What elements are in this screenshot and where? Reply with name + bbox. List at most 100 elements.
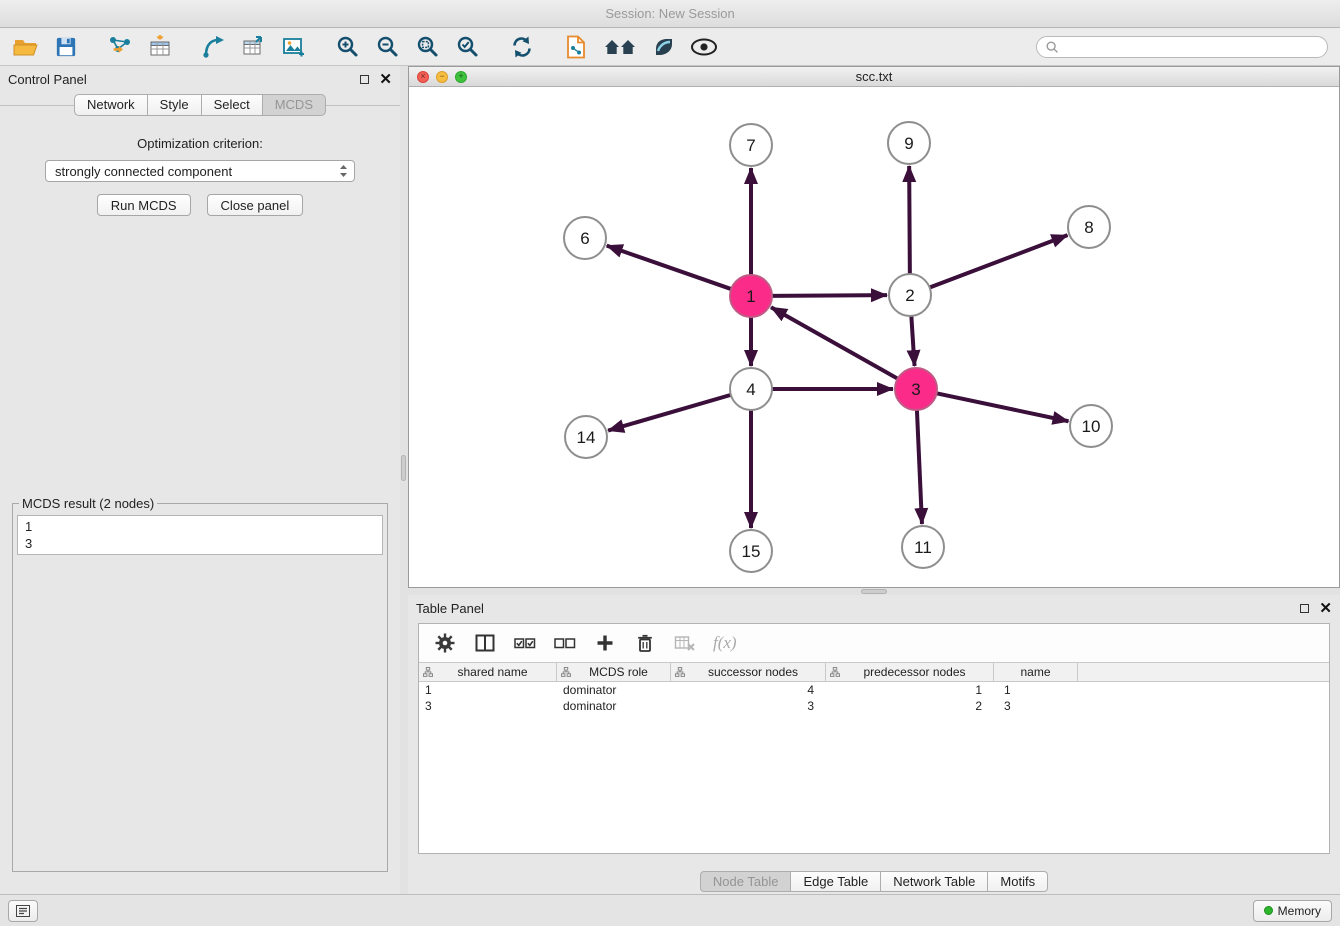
table-cell[interactable]: 3: [994, 699, 1078, 713]
close-panel-icon[interactable]: ✕: [1319, 601, 1332, 616]
mcds-result-list[interactable]: 1 3: [17, 515, 383, 555]
close-panel-button[interactable]: Close panel: [207, 194, 304, 216]
tab-node-table[interactable]: Node Table: [700, 871, 792, 892]
graph-node-2[interactable]: 2: [889, 274, 931, 316]
graph-edge-3-1[interactable]: [771, 307, 898, 378]
close-panel-icon[interactable]: ✕: [379, 72, 392, 87]
vertical-splitter[interactable]: [400, 66, 408, 894]
table-cell[interactable]: dominator: [557, 699, 671, 713]
memory-button[interactable]: Memory: [1253, 900, 1332, 922]
home-button[interactable]: [602, 33, 638, 61]
graph-edge-2-9[interactable]: [909, 166, 910, 274]
table-cell[interactable]: dominator: [557, 683, 671, 697]
float-panel-icon[interactable]: [360, 75, 369, 84]
deselect-all-button[interactable]: [553, 631, 577, 655]
graph-node-4[interactable]: 4: [730, 368, 772, 410]
network-view-window: × − + scc.txt 7968124314101511: [408, 66, 1340, 588]
first-neighbors-icon: [565, 35, 587, 59]
import-table-button[interactable]: [146, 33, 174, 61]
function-builder-button[interactable]: f(x): [713, 633, 737, 653]
graph-edge-3-11[interactable]: [917, 410, 922, 524]
delete-column-button[interactable]: [673, 631, 697, 655]
open-session-button[interactable]: [12, 33, 40, 61]
export-image-button[interactable]: [280, 33, 308, 61]
table-cell[interactable]: 2: [826, 699, 994, 713]
export-network-button[interactable]: [200, 33, 228, 61]
column-header-mcds-role[interactable]: MCDS role: [557, 663, 671, 681]
graph-edge-4-14[interactable]: [608, 395, 731, 431]
zoom-window-icon[interactable]: +: [455, 71, 467, 83]
save-session-button[interactable]: [52, 33, 80, 61]
column-header-successor-nodes[interactable]: successor nodes: [671, 663, 826, 681]
first-neighbors-button[interactable]: [562, 33, 590, 61]
select-all-button[interactable]: [513, 631, 537, 655]
zoom-out-button[interactable]: [374, 33, 402, 61]
splitter-handle[interactable]: [861, 589, 887, 594]
graph-edge-1-2[interactable]: [772, 295, 887, 296]
table-cell[interactable]: 1: [419, 683, 557, 697]
table-cell[interactable]: 1: [826, 683, 994, 697]
tab-network[interactable]: Network: [74, 94, 148, 116]
graph-node-14[interactable]: 14: [565, 416, 607, 458]
import-network-button[interactable]: [106, 33, 134, 61]
columns-icon: [475, 633, 495, 653]
zoom-in-button[interactable]: [334, 33, 362, 61]
graph-node-6[interactable]: 6: [564, 217, 606, 259]
graph-edge-1-6[interactable]: [607, 246, 731, 289]
graph-edge-2-8[interactable]: [930, 235, 1068, 287]
delete-rows-button[interactable]: [633, 631, 657, 655]
graph-edge-2-3[interactable]: [911, 316, 914, 366]
table-row[interactable]: 1 dominator 4 1 1: [419, 682, 1329, 698]
zoom-fit-button[interactable]: [414, 33, 442, 61]
result-item[interactable]: 1: [25, 518, 375, 535]
show-graphics-button[interactable]: [690, 33, 718, 61]
result-item[interactable]: 3: [25, 535, 375, 552]
graph-node-label: 11: [914, 538, 932, 557]
toolbar-search[interactable]: [1036, 36, 1328, 58]
graph-edge-3-10[interactable]: [937, 393, 1069, 421]
graph-svg[interactable]: 7 9 6 8 1 2 4 3 14 10 15 11: [409, 87, 1339, 587]
refresh-icon: [510, 35, 534, 59]
column-header-name[interactable]: name: [994, 663, 1078, 681]
minimize-window-icon[interactable]: −: [436, 71, 448, 83]
add-column-button[interactable]: [593, 631, 617, 655]
task-history-button[interactable]: [8, 900, 38, 922]
graph-node-1[interactable]: 1: [730, 275, 772, 317]
column-label: MCDS role: [571, 665, 666, 679]
column-header-predecessor-nodes[interactable]: predecessor nodes: [826, 663, 994, 681]
refresh-layout-button[interactable]: [508, 33, 536, 61]
table-row[interactable]: 3 dominator 3 2 3: [419, 698, 1329, 714]
criterion-dropdown[interactable]: strongly connected component: [45, 160, 355, 182]
column-header-shared-name[interactable]: shared name: [419, 663, 557, 681]
graph-node-3[interactable]: 3: [895, 368, 937, 410]
table-cell[interactable]: 1: [994, 683, 1078, 697]
run-mcds-button[interactable]: Run MCDS: [97, 194, 191, 216]
show-columns-button[interactable]: [473, 631, 497, 655]
close-window-icon[interactable]: ×: [417, 71, 429, 83]
tab-motifs[interactable]: Motifs: [988, 871, 1048, 892]
graph-node-8[interactable]: 8: [1068, 206, 1110, 248]
graph-node-9[interactable]: 9: [888, 122, 930, 164]
tab-style[interactable]: Style: [148, 94, 202, 116]
splitter-handle[interactable]: [401, 455, 406, 481]
float-panel-icon[interactable]: [1300, 604, 1309, 613]
zoom-selected-button[interactable]: [454, 33, 482, 61]
graph-node-11[interactable]: 11: [902, 526, 944, 568]
graph-node-15[interactable]: 15: [730, 530, 772, 572]
tab-edge-table[interactable]: Edge Table: [791, 871, 881, 892]
table-cell[interactable]: 4: [671, 683, 826, 697]
tab-mcds[interactable]: MCDS: [263, 94, 326, 116]
table-cell[interactable]: 3: [419, 699, 557, 713]
graph-node-7[interactable]: 7: [730, 124, 772, 166]
style-button[interactable]: [650, 33, 678, 61]
table-cell[interactable]: 3: [671, 699, 826, 713]
search-input[interactable]: [1064, 40, 1319, 54]
graph-node-10[interactable]: 10: [1070, 405, 1112, 447]
horizontal-splitter[interactable]: [408, 588, 1340, 595]
table-settings-button[interactable]: [433, 631, 457, 655]
export-table-button[interactable]: [240, 33, 268, 61]
tab-select[interactable]: Select: [202, 94, 263, 116]
tab-network-table[interactable]: Network Table: [881, 871, 988, 892]
network-canvas[interactable]: 7 9 6 8 1 2 4 3 14 10 15 11: [409, 87, 1339, 587]
toolbar-group-view: [562, 33, 718, 61]
